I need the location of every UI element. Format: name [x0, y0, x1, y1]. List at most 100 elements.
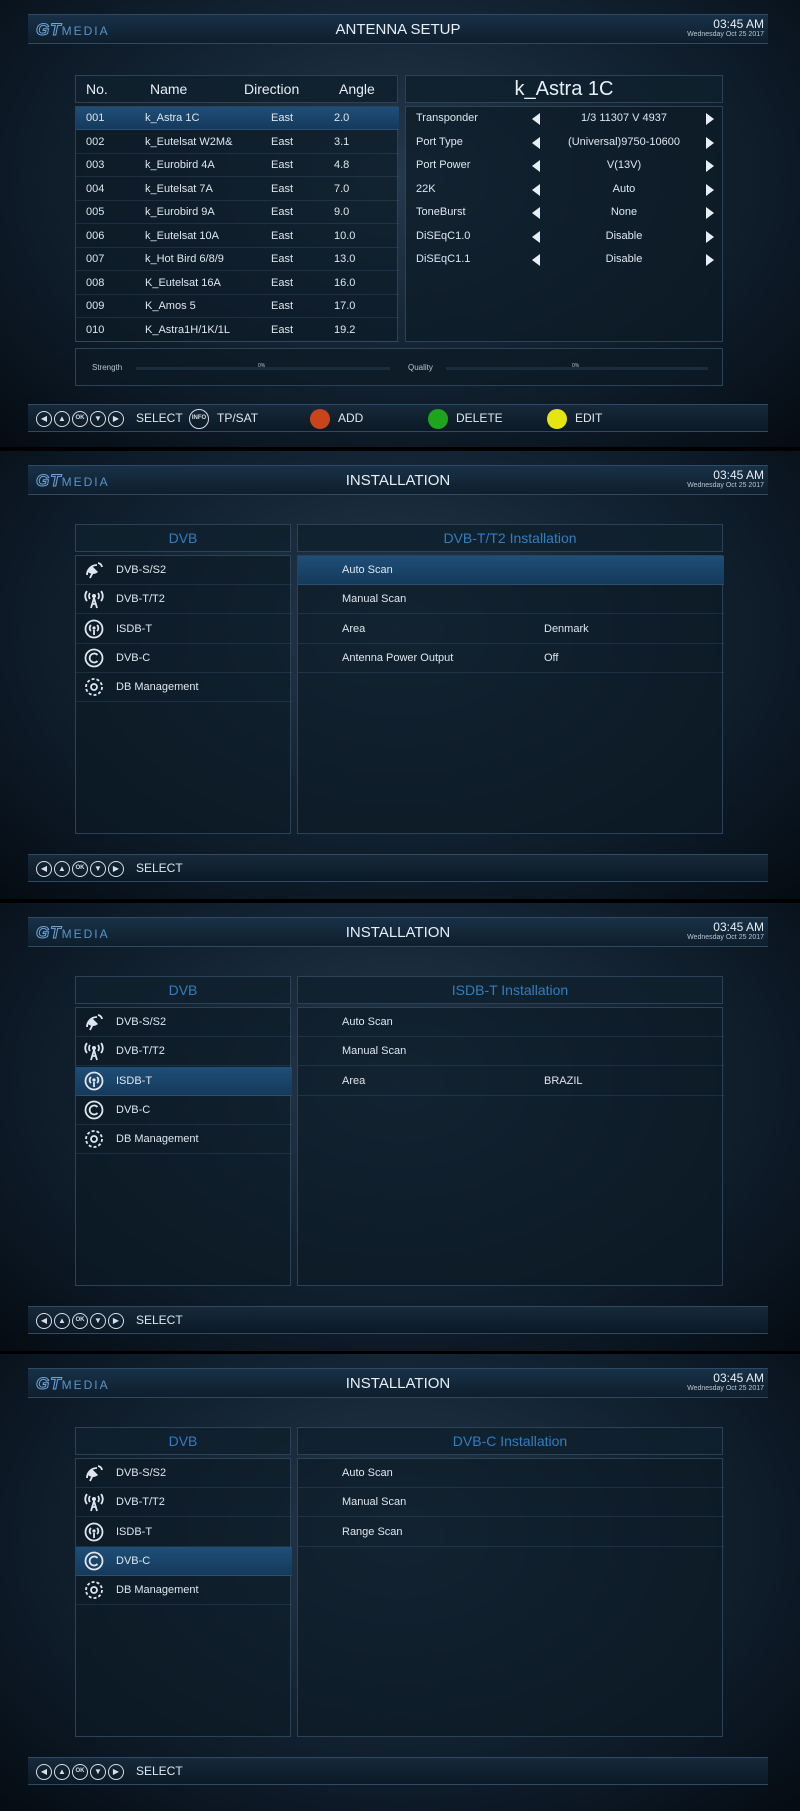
right-arrow-icon[interactable]	[706, 230, 714, 243]
antenna-tower-icon	[84, 1492, 104, 1512]
menu-item[interactable]: DB Management	[76, 673, 292, 703]
param-row[interactable]: 22K Auto	[406, 178, 724, 201]
title-bar: GTMEDIA ANTENNA SETUP 03:45 AM Wednesday…	[28, 14, 768, 44]
option-row[interactable]: Area Denmark	[298, 615, 724, 644]
option-row[interactable]: Auto Scan	[298, 556, 724, 585]
menu-item[interactable]: DVB-T/T2	[76, 1488, 292, 1518]
bottom-bar: ◀ ▲ OK ▼ ▶ SELECT	[28, 854, 768, 882]
satellite-angle: 17.0	[334, 300, 356, 312]
satellite-list: 001 k_Astra 1C East 2.0 002 k_Eutelsat W2M& Ea…	[75, 106, 399, 342]
option-row[interactable]: Manual Scan	[298, 1488, 724, 1518]
param-row[interactable]: DiSEqC1.1 Disable	[406, 248, 724, 271]
left-arrow-icon[interactable]	[532, 113, 540, 125]
param-row[interactable]: Transponder 1/3 11307 V 4937	[406, 107, 724, 130]
menu-item-label: ISDB-T	[116, 1074, 153, 1087]
param-label: Port Type	[416, 135, 463, 148]
option-row[interactable]: Auto Scan	[298, 1459, 724, 1488]
left-arrow-icon[interactable]	[532, 230, 540, 243]
dvb-header: DVB	[75, 1427, 291, 1455]
satellite-no: 008	[86, 276, 105, 289]
menu-item[interactable]: DVB-T/T2	[76, 1037, 292, 1067]
clock-date: Wednesday Oct 25 2017	[687, 1385, 764, 1392]
clock: 03:45 AM Wednesday Oct 25 2017	[687, 1371, 764, 1392]
satellite-row[interactable]: 010 K_Astra1H/1K/1L East 19.2	[76, 319, 399, 342]
delete-button[interactable]: DELETE	[456, 411, 503, 425]
column-no: No.	[86, 81, 108, 97]
green-button-icon[interactable]	[428, 409, 448, 429]
param-value: Disable	[605, 253, 643, 265]
clock: 03:45 AM Wednesday Oct 25 2017	[687, 17, 764, 38]
menu-item[interactable]: DVB-S/S2	[76, 556, 292, 585]
bottom-bar: ◀ ▲ OK ▼ ▶ SELECT INFO TP/SAT ADD DELETE…	[28, 404, 768, 432]
satellite-row[interactable]: 001 k_Astra 1C East 2.0	[76, 107, 399, 130]
right-arrow-icon[interactable]	[706, 136, 714, 149]
red-button-icon[interactable]	[310, 409, 330, 429]
right-arrow-icon[interactable]	[706, 254, 714, 266]
menu-item-label: DVB-S/S2	[116, 1016, 167, 1028]
edit-button[interactable]: EDIT	[575, 411, 602, 425]
satellite-row[interactable]: 009 K_Amos 5 East 17.0	[76, 295, 399, 318]
menu-item[interactable]: DVB-C	[76, 1546, 292, 1576]
nav-keys: ◀ ▲ OK ▼ ▶	[36, 411, 124, 427]
menu-item[interactable]: DVB-C	[76, 1096, 292, 1125]
menu-item[interactable]: DVB-S/S2	[76, 1008, 292, 1037]
right-arrow-icon[interactable]	[706, 160, 714, 172]
menu-item[interactable]: ISDB-T	[76, 1066, 292, 1096]
satellite-no: 009	[86, 300, 105, 312]
satellite-direction: East	[271, 253, 294, 265]
satellite-row[interactable]: 003 k_Eurobird 4A East 4.8	[76, 154, 399, 177]
satellite-row[interactable]: 004 k_Eutelsat 7A East 7.0	[76, 178, 399, 201]
satellite-row[interactable]: 002 k_Eutelsat W2M& East 3.1	[76, 131, 399, 154]
option-row[interactable]: Auto Scan	[298, 1008, 724, 1037]
menu-item[interactable]: DVB-S/S2	[76, 1459, 292, 1488]
satellite-row[interactable]: 008 K_Eutelsat 16A East 16.0	[76, 272, 399, 295]
option-row[interactable]: Antenna Power Output Off	[298, 644, 724, 673]
column-name: Name	[150, 81, 188, 97]
satellite-direction: East	[271, 135, 294, 148]
param-row[interactable]: DiSEqC1.0 Disable	[406, 225, 724, 248]
menu-item[interactable]: ISDB-T	[76, 1518, 292, 1547]
left-arrow-icon[interactable]	[532, 136, 540, 149]
option-row[interactable]: Manual Scan	[298, 1037, 724, 1067]
satellite-params: Transponder 1/3 11307 V 4937 Port Type (Uni…	[405, 106, 723, 342]
cable-c-icon	[84, 648, 104, 668]
yellow-button-icon[interactable]	[547, 409, 567, 429]
satellite-no: 002	[86, 135, 105, 148]
param-value: Disable	[605, 229, 643, 242]
menu-item[interactable]: DVB-C	[76, 644, 292, 673]
param-label: Port Power	[416, 159, 471, 171]
cable-c-icon	[84, 1100, 104, 1120]
right-arrow-icon[interactable]	[706, 113, 714, 125]
clock-date: Wednesday Oct 25 2017	[687, 482, 764, 489]
param-label: 22K	[416, 182, 436, 195]
option-row[interactable]: Area BRAZIL	[298, 1067, 724, 1096]
right-arrow-icon[interactable]	[706, 207, 714, 219]
satellite-no: 010	[86, 323, 105, 336]
option-row[interactable]: Range Scan	[298, 1518, 724, 1547]
satellite-row[interactable]: 005 k_Eurobird 9A East 9.0	[76, 201, 399, 224]
left-arrow-icon[interactable]	[532, 207, 540, 219]
right-arrow-icon[interactable]	[706, 183, 714, 196]
menu-item[interactable]: DB Management	[76, 1125, 292, 1155]
param-row[interactable]: ToneBurst None	[406, 201, 724, 224]
satellite-row[interactable]: 006 k_Eutelsat 10A East 10.0	[76, 225, 399, 248]
left-arrow-icon[interactable]	[532, 183, 540, 196]
option-row[interactable]: Manual Scan	[298, 585, 724, 615]
satellite-no: 001	[86, 112, 105, 124]
param-row[interactable]: Port Power V(13V)	[406, 154, 724, 177]
select-hint: SELECT	[136, 411, 183, 425]
option-label: Auto Scan	[342, 1016, 393, 1028]
satellite-row[interactable]: 007 k_Hot Bird 6/8/9 East 13.0	[76, 248, 399, 271]
add-button[interactable]: ADD	[338, 411, 363, 425]
param-row[interactable]: Port Type (Universal)9750-10600	[406, 131, 724, 154]
satellite-direction: East	[271, 229, 294, 242]
satellite-angle: 7.0	[334, 182, 350, 195]
menu-item[interactable]: DVB-T/T2	[76, 585, 292, 615]
param-label: ToneBurst	[416, 206, 466, 218]
clock: 03:45 AM Wednesday Oct 25 2017	[687, 468, 764, 489]
left-arrow-icon[interactable]	[532, 254, 540, 266]
installation-screen: GTMEDIA INSTALLATION 03:45 AM Wednesday Oct…	[0, 1354, 800, 1811]
left-arrow-icon[interactable]	[532, 160, 540, 172]
menu-item[interactable]: DB Management	[76, 1576, 292, 1606]
menu-item[interactable]: ISDB-T	[76, 615, 292, 644]
